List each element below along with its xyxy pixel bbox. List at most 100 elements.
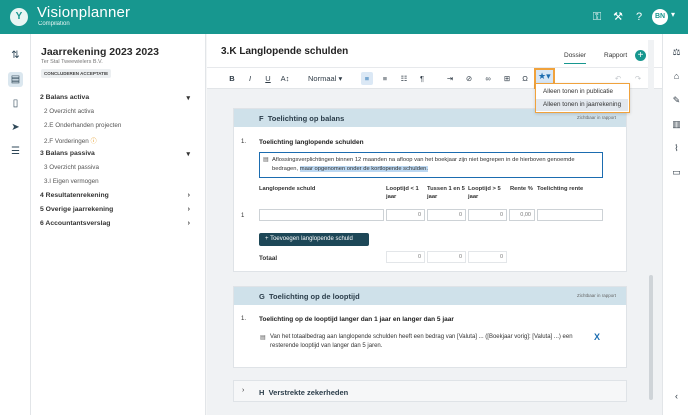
section-f: F Toelichting op balans Zichtbaar in rap… <box>233 108 627 272</box>
page-icon[interactable]: ▯ <box>8 96 23 111</box>
rente-input[interactable]: 0,00 <box>509 209 535 221</box>
bullet-list-icon[interactable]: ☷ <box>399 72 409 85</box>
col-header-schuld: Langlopende schuld <box>259 186 316 192</box>
sidebar-item-balans-passiva[interactable]: 3 Balans passiva ▾ <box>40 150 200 158</box>
col-header-looptijd-1: Looptijd < 1 jaar <box>386 186 419 200</box>
warning-icon: ⓘ <box>90 139 97 145</box>
insert-field-icon[interactable]: ⇥ <box>445 72 455 85</box>
transfer-icon[interactable]: ⇅ <box>8 48 23 63</box>
star-icon: ★▾ <box>538 71 551 81</box>
add-button[interactable]: + <box>635 50 646 61</box>
row-number: 1. <box>241 139 247 145</box>
list-icon[interactable]: ☰ <box>8 144 23 159</box>
chevron-right-icon: › <box>187 192 190 199</box>
section-f-title: F Toelichting op balans <box>259 114 345 123</box>
bank-icon[interactable]: ⌂ <box>670 70 683 83</box>
redo-icon[interactable]: ↷ <box>633 72 643 85</box>
align-center-icon[interactable]: ≡ <box>380 72 390 85</box>
total-tussen-1-5: 0 <box>427 251 466 263</box>
schuld-input[interactable] <box>259 209 384 221</box>
total-looptijd-1: 0 <box>386 251 425 263</box>
document-icon: ▤ <box>260 335 266 341</box>
chevron-right-icon: › <box>187 206 190 213</box>
underline-button[interactable]: U <box>263 72 273 85</box>
special-char-button[interactable]: Ω <box>520 72 530 85</box>
font-size-button[interactable]: A↕ <box>280 72 290 85</box>
row-title: Toelichting langlopende schulden <box>259 139 364 146</box>
document-stack-icon[interactable]: ▥ <box>670 118 683 131</box>
paragraph-icon[interactable]: ¶ <box>417 72 427 85</box>
sidebar-item-onderhanden-projecten[interactable]: 2.E Onderhanden projecten <box>44 122 121 129</box>
sidebar-item-accountantsverslag[interactable]: 6 Accountantsverslag › <box>40 220 200 227</box>
chevron-right-icon: › <box>242 387 245 394</box>
sidebar-item-overzicht-passiva[interactable]: 3 Overzicht passiva <box>44 164 99 171</box>
looptijd-1-input[interactable]: 0 <box>386 209 425 221</box>
visibility-label: Zichtbaar in rapport <box>576 293 616 298</box>
italic-button[interactable]: I <box>245 72 255 85</box>
align-left-icon[interactable]: ≡ <box>361 72 373 85</box>
page-title: 3.K Langlopende schulden <box>221 46 349 57</box>
sidebar-item-overige-jaarrekening[interactable]: 5 Overige jaarrekening › <box>40 206 200 213</box>
app-subtitle: Compilation <box>38 21 70 27</box>
note-field[interactable]: ▤ Aflossingsverplichtingen binnen 12 maa… <box>259 152 603 178</box>
visibility-label: Zichtbaar in rapport <box>576 115 616 120</box>
top-bar: Y Visionplanner Compilation ⚿ ⚒ ? BN ▾ <box>0 0 688 34</box>
right-rail: ⚖ ⌂ ✎ ▥ ⌇ ▭ ‹ <box>662 34 688 415</box>
chevron-down-icon[interactable]: ▾ <box>671 10 675 19</box>
section-h[interactable]: › H Verstrekte zekerheden <box>233 380 627 402</box>
client-name: Ter Stal Tweewielers B.V. <box>41 59 103 65</box>
looptijd-5-input[interactable]: 0 <box>468 209 507 221</box>
scrollbar-thumb[interactable] <box>649 275 653 400</box>
tools-icon[interactable]: ⚒ <box>611 10 625 24</box>
sidebar-item-overzicht-activa[interactable]: 2 Overzicht activa <box>44 108 94 115</box>
toelichting-rente-input[interactable] <box>537 209 603 221</box>
key-icon[interactable]: ⚿ <box>590 10 604 24</box>
row-number: 1. <box>241 316 247 322</box>
option-jaarrekening[interactable]: Alleen tonen in jaarrekening <box>536 99 628 111</box>
row-title: Toelichting op de looptijd langer dan 1 … <box>259 316 454 323</box>
remove-icon[interactable]: X <box>594 332 600 342</box>
wrench-icon[interactable]: ✎ <box>670 94 683 107</box>
paperclip-icon[interactable]: ⌇ <box>670 142 683 155</box>
help-icon[interactable]: ? <box>632 10 646 24</box>
section-h-title: H Verstrekte zekerheden <box>259 388 349 397</box>
selected-text: maar opgenomen onder de kortlopende schu… <box>299 166 428 172</box>
col-header-looptijd-5: Looptijd > 5 jaar <box>468 186 501 200</box>
sidebar-item-eigen-vermogen[interactable]: 3.I Eigen vermogen <box>44 178 99 185</box>
app-name: Visionplanner <box>37 4 131 21</box>
style-select[interactable]: Normaal ▾ <box>308 72 348 85</box>
tussen-1-5-input[interactable]: 0 <box>427 209 466 221</box>
message-icon[interactable]: ▭ <box>670 166 683 179</box>
sidebar-item-resultatenrekening[interactable]: 4 Resultatenrekening › <box>40 192 200 199</box>
add-langlopende-schuld-button[interactable]: + Toevoegen langlopende schuld <box>259 233 369 246</box>
section-g-title: G Toelichting op de looptijd <box>259 292 360 301</box>
avatar[interactable]: BN <box>652 9 668 25</box>
chevron-down-icon: ▾ <box>186 151 190 158</box>
col-header-1-5: Tussen 1 en 5 jaar <box>427 186 465 200</box>
tab-dossier[interactable]: Dossier <box>564 52 587 64</box>
sidebar-item-balans-activa[interactable]: 2 Balans activa ▾ <box>40 94 200 102</box>
total-label: Totaal <box>259 255 278 262</box>
app-logo[interactable]: Y <box>10 8 28 26</box>
table-icon[interactable]: ⊞ <box>502 72 512 85</box>
send-icon[interactable]: ➤ <box>8 120 23 135</box>
option-publicatie[interactable]: Alleen tonen in publicatie <box>536 86 628 98</box>
bold-button[interactable]: B <box>227 72 237 85</box>
document-icon: ▤ <box>263 157 269 163</box>
chevron-right-icon: › <box>187 220 190 227</box>
scale-icon[interactable]: ⚖ <box>670 46 683 59</box>
clear-format-icon[interactable]: ⊘ <box>464 72 474 85</box>
tab-rapport[interactable]: Rapport <box>604 52 627 59</box>
main-panel: 3.K Langlopende schulden Dossier Rapport… <box>207 34 662 415</box>
col-header-toelichting: Toelichting rente <box>537 186 584 192</box>
document-view-icon[interactable]: ▤ <box>8 72 23 87</box>
collapse-icon[interactable]: ‹ <box>670 390 683 403</box>
chevron-down-icon: ▾ <box>338 74 343 83</box>
section-g-header[interactable]: G Toelichting op de looptijd Zichtbaar i… <box>234 287 626 305</box>
visibility-dropdown: Alleen tonen in publicatie Alleen tonen … <box>535 83 630 113</box>
link-icon[interactable]: ∞ <box>483 72 493 85</box>
chevron-down-icon: ▾ <box>186 95 190 102</box>
looptijd-text[interactable]: Van het totaalbedrag aan langlopende sch… <box>270 333 578 351</box>
status-badge[interactable]: CONCLUDEREN ACCEPTATIE <box>41 69 112 78</box>
sidebar-item-vorderingen[interactable]: 2.F Vorderingen ⓘ <box>44 136 97 145</box>
